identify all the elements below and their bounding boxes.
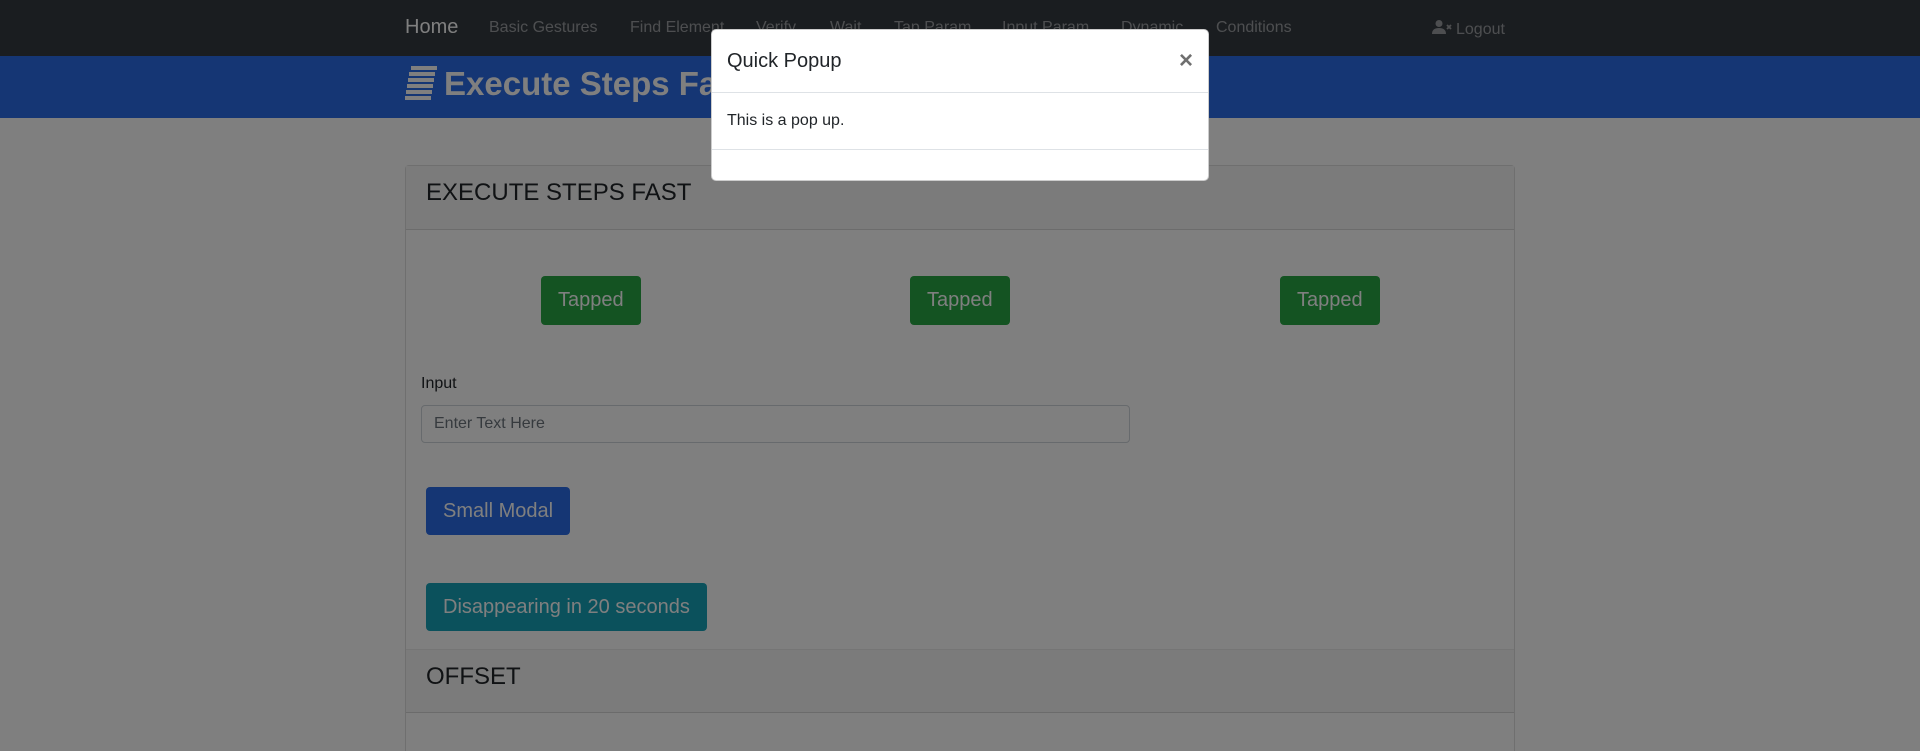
close-icon[interactable]: × — [1179, 49, 1193, 73]
modal-title: Quick Popup — [727, 49, 842, 72]
modal-header: Quick Popup × — [712, 30, 1208, 93]
quick-popup-modal: Quick Popup × This is a pop up. — [711, 29, 1209, 181]
modal-footer — [712, 150, 1208, 180]
modal-body: This is a pop up. — [712, 93, 1208, 150]
modal-body-text: This is a pop up. — [727, 112, 845, 129]
